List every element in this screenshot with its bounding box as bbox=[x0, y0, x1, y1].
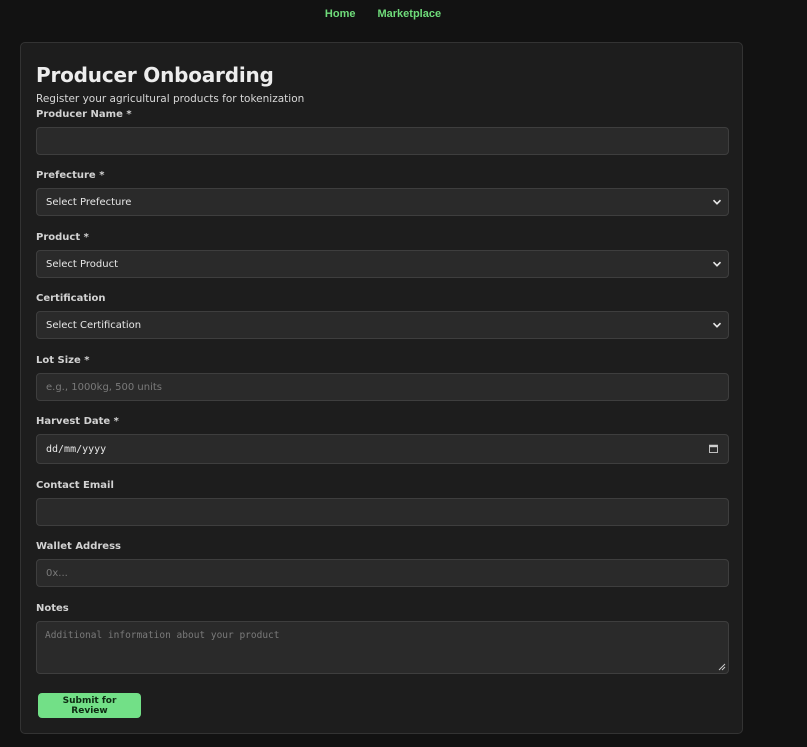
contact-email-input[interactable] bbox=[36, 498, 729, 526]
chevron-down-icon bbox=[712, 322, 722, 328]
onboarding-form-card: Producer Onboarding Register your agricu… bbox=[20, 42, 743, 734]
certification-select[interactable]: Select Certification bbox=[36, 311, 729, 339]
nav-link-marketplace[interactable]: Marketplace bbox=[377, 8, 441, 20]
page-title: Producer Onboarding bbox=[36, 63, 274, 87]
resize-handle-icon[interactable] bbox=[718, 663, 726, 671]
chevron-down-icon bbox=[712, 199, 722, 205]
calendar-icon[interactable] bbox=[709, 444, 718, 453]
notes-label: Notes bbox=[36, 603, 69, 614]
product-select[interactable]: Select Product bbox=[36, 250, 729, 278]
prefecture-label: Prefecture * bbox=[36, 170, 105, 181]
prefecture-select[interactable]: Select Prefecture bbox=[36, 188, 729, 216]
prefecture-selected-value: Select Prefecture bbox=[46, 196, 132, 208]
contact-email-label: Contact Email bbox=[36, 480, 114, 491]
product-selected-value: Select Product bbox=[46, 258, 118, 270]
chevron-down-icon bbox=[712, 261, 722, 267]
certification-label: Certification bbox=[36, 293, 106, 304]
top-nav: Home Marketplace bbox=[0, 8, 766, 20]
nav-link-home[interactable]: Home bbox=[325, 8, 356, 20]
notes-placeholder: Additional information about your produc… bbox=[45, 630, 280, 641]
certification-selected-value: Select Certification bbox=[46, 319, 142, 331]
producer-name-label: Producer Name * bbox=[36, 109, 132, 120]
harvest-date-placeholder: dd/mm/yyyy bbox=[46, 443, 107, 455]
wallet-address-label: Wallet Address bbox=[36, 541, 121, 552]
wallet-address-input[interactable]: 0x... bbox=[36, 559, 729, 587]
lot-size-input[interactable]: e.g., 1000kg, 500 units bbox=[36, 373, 729, 401]
harvest-date-label: Harvest Date * bbox=[36, 416, 119, 427]
product-label: Product * bbox=[36, 232, 89, 243]
submit-for-review-button[interactable]: Submit for Review bbox=[38, 693, 141, 718]
lot-size-label: Lot Size * bbox=[36, 355, 90, 366]
notes-textarea[interactable]: Additional information about your produc… bbox=[36, 621, 729, 674]
harvest-date-input[interactable]: dd/mm/yyyy bbox=[36, 434, 729, 464]
producer-name-input[interactable] bbox=[36, 127, 729, 155]
page-subtitle: Register your agricultural products for … bbox=[36, 93, 305, 105]
